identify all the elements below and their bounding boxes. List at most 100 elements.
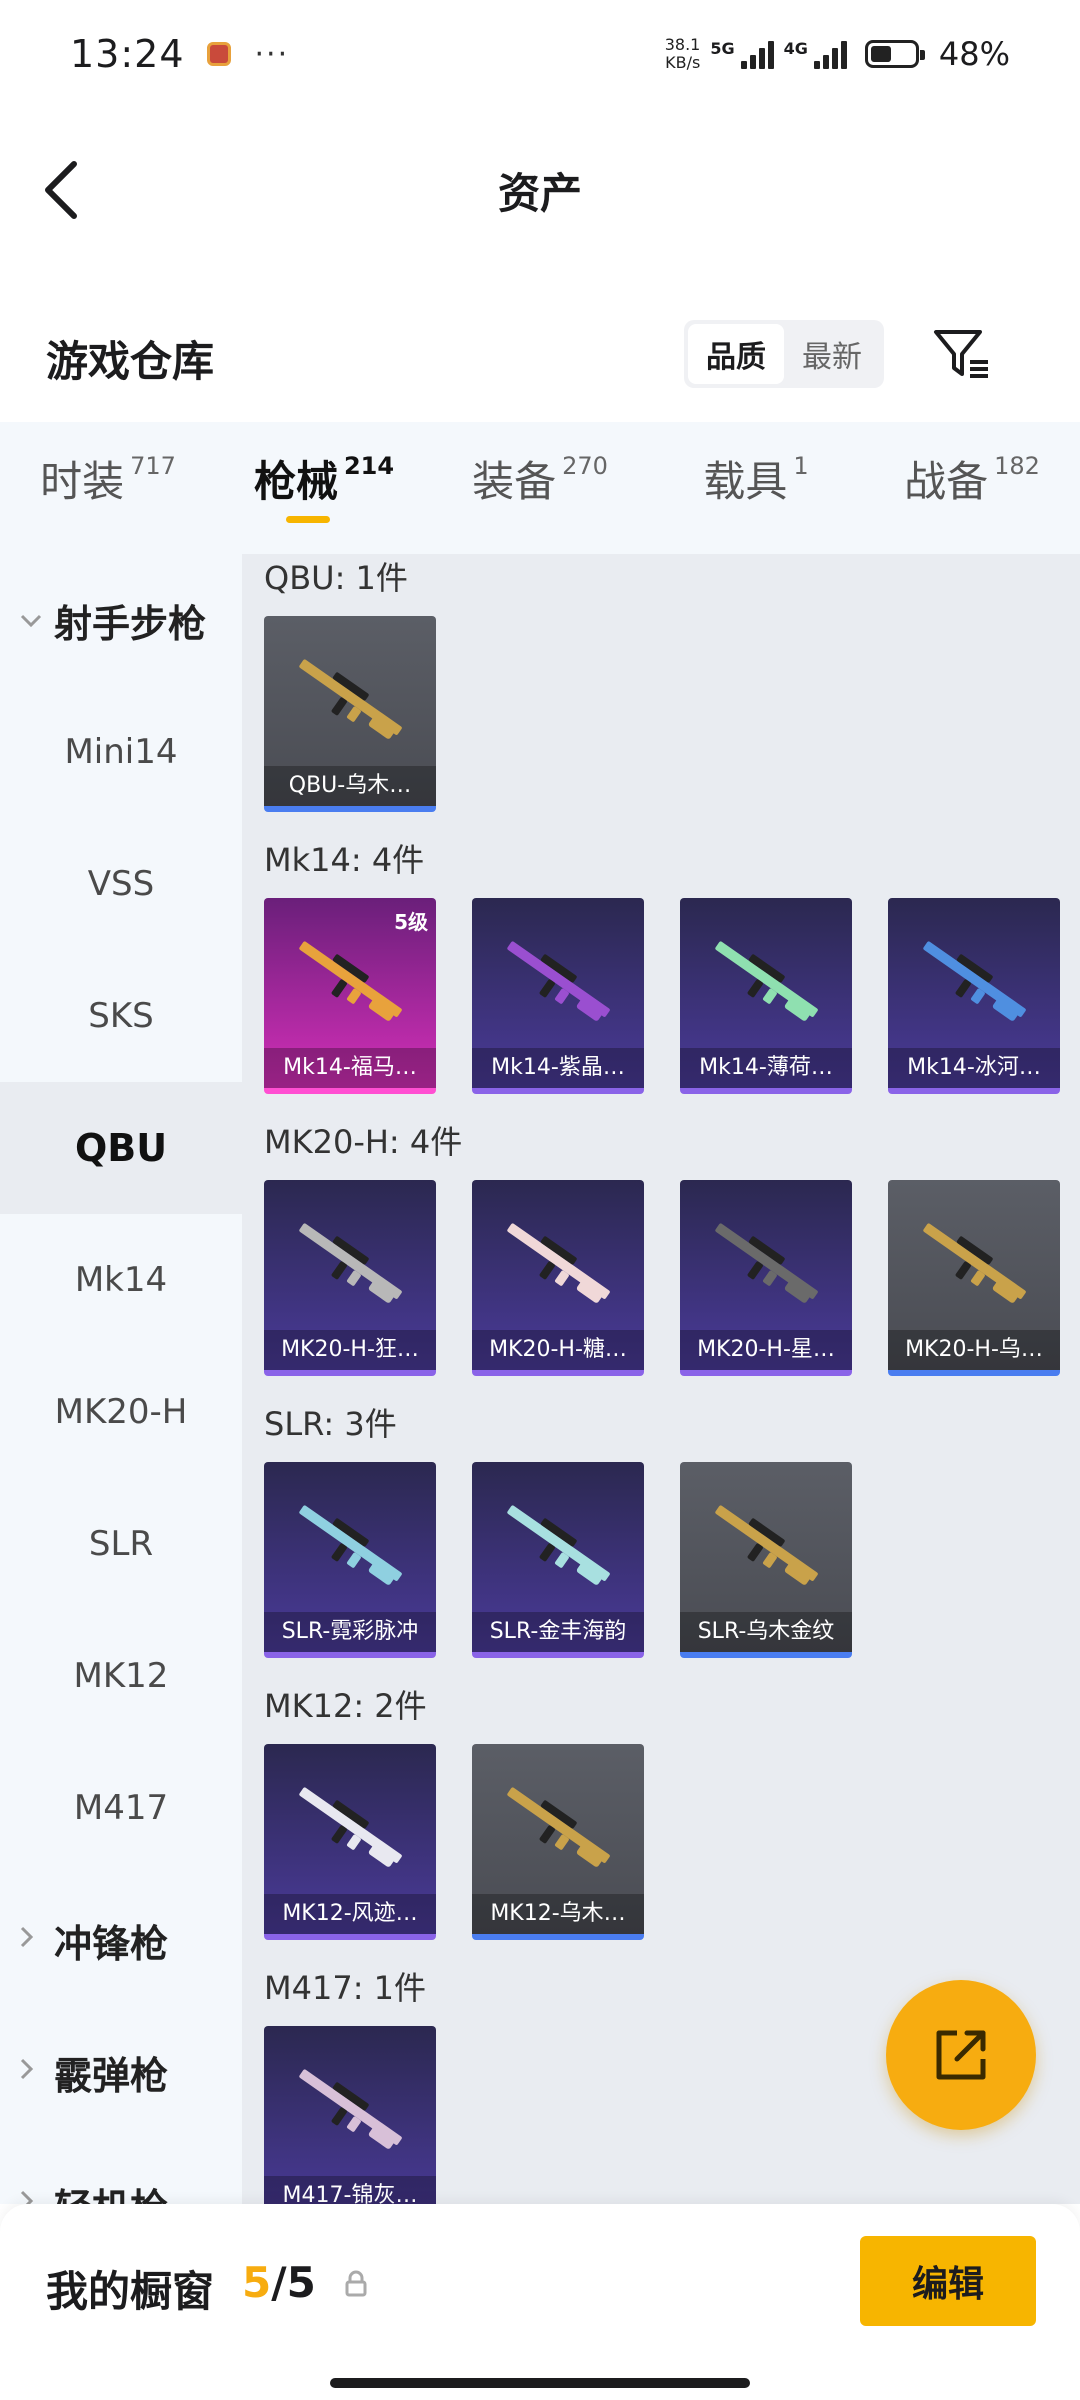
weapon-card-name: MK20-H-乌… [888, 1330, 1060, 1370]
weapon-card[interactable]: MK20-H-糖… [472, 1180, 644, 1376]
rifle-icon [507, 1505, 610, 1585]
weapon-card-name: Mk14-紫晶… [472, 1048, 644, 1088]
sidebar-item-mk14[interactable]: Mk14 [0, 1214, 242, 1346]
tab-count: 182 [994, 451, 1040, 480]
tab-count: 1 [793, 451, 809, 480]
weapon-type-sidebar: 射手步枪 Mini14 VSS SKS QBU Mk14 MK20-H SLR … [0, 554, 242, 2204]
sidebar-item-mini14[interactable]: Mini14 [0, 686, 242, 818]
section-title: MK20-H: 4件 [264, 1123, 463, 1161]
sidebar-item-qbu[interactable]: QBU [0, 1082, 242, 1214]
header: 资产 [0, 108, 1080, 270]
tab-fashion[interactable]: 时装 717 [0, 448, 216, 529]
tab-vehicles[interactable]: 载具 1 [648, 448, 864, 529]
sidebar-group-label: 霰弹枪 [54, 2053, 169, 2098]
showcase-bar: 我的橱窗 5/5 编辑 [0, 2204, 1080, 2400]
rifle-icon [299, 1223, 402, 1303]
weapon-sections: QBU: 1件 QBU-乌木… Mk14: 4件 5级 Mk14-福马… Mk14-紫晶…… [242, 554, 1080, 2204]
status-indicators: 38.1 KB/s 5G 4G 48% [665, 35, 1010, 73]
chevron-right-icon [20, 2190, 42, 2204]
weapon-card[interactable]: Mk14-冰河… [888, 898, 1060, 1094]
weapon-card[interactable]: MK20-H-乌… [888, 1180, 1060, 1376]
tab-count: 717 [130, 451, 176, 480]
rifle-icon [715, 941, 818, 1021]
weapon-card-name: MK20-H-星… [680, 1330, 852, 1370]
weapon-card[interactable]: QBU-乌木… [264, 616, 436, 812]
tab-supplies[interactable]: 战备 182 [864, 448, 1080, 529]
weapon-card-name: QBU-乌木… [264, 766, 436, 806]
weapon-section: MK20-H: 4件 MK20-H-狂… MK20-H-糖… MK20-H-星… MK2… [242, 1118, 1080, 1400]
sort-option-newest[interactable]: 最新 [784, 324, 880, 384]
weapon-grid: MK20-H-狂… MK20-H-糖… MK20-H-星… MK20-H-乌… [264, 1166, 1080, 1400]
signal-5g-label: 5G [710, 39, 735, 58]
sidebar-item-m417[interactable]: M417 [0, 1742, 242, 1874]
weapon-card-name: Mk14-薄荷… [680, 1048, 852, 1088]
battery-percentage: 48% [938, 35, 1010, 73]
weapon-card[interactable]: MK12-风迹… [264, 1744, 436, 1940]
more-notifications-icon: ··· [254, 36, 290, 72]
weapon-grid: MK12-风迹… MK12-乌木… [264, 1730, 1080, 1964]
sidebar-group-smg[interactable]: 冲锋枪 [0, 1874, 242, 2006]
tab-label: 装备 [472, 456, 557, 506]
weapon-card-name: MK20-H-糖… [472, 1330, 644, 1370]
showcase-total: /5 [271, 2258, 316, 2307]
sidebar-item-mk12[interactable]: MK12 [0, 1610, 242, 1742]
sidebar-item-sks[interactable]: SKS [0, 950, 242, 1082]
page-title: 资产 [497, 169, 582, 218]
weapon-card[interactable]: MK12-乌木… [472, 1744, 644, 1940]
weapon-card[interactable]: SLR-金丰海韵 [472, 1462, 644, 1658]
tab-weapons[interactable]: 枪械 214 [216, 448, 432, 529]
rifle-icon [507, 941, 610, 1021]
edit-button[interactable]: 编辑 [860, 2236, 1036, 2326]
section-title: QBU: 1件 [264, 559, 408, 597]
rifle-icon [715, 1223, 818, 1303]
sidebar-item-vss[interactable]: VSS [0, 818, 242, 950]
chevron-right-icon [20, 1926, 42, 1954]
weapon-grid: SLR-霓彩脉冲 SLR-金丰海韵 SLR-乌木金纹 [264, 1448, 1080, 1682]
sidebar-group-shotgun[interactable]: 霰弹枪 [0, 2006, 242, 2138]
showcase-count: 5/5 [242, 2258, 316, 2307]
weapon-card[interactable]: 5级 Mk14-福马… [264, 898, 436, 1094]
tab-label: 载具 [703, 456, 788, 506]
section-title: MK12: 2件 [264, 1687, 427, 1725]
rifle-icon [507, 1787, 610, 1867]
tab-label: 时装 [40, 456, 125, 506]
status-time: 13:24 [70, 32, 185, 76]
sidebar-group-lmg[interactable]: 轻机枪 [0, 2138, 242, 2204]
signal-4g-label: 4G [783, 39, 808, 58]
chevron-right-icon [20, 2058, 42, 2086]
weapon-card[interactable]: SLR-霓彩脉冲 [264, 1462, 436, 1658]
weapon-card[interactable]: SLR-乌木金纹 [680, 1462, 852, 1658]
weapon-card[interactable]: MK20-H-狂… [264, 1180, 436, 1376]
sidebar-item-slr[interactable]: SLR [0, 1478, 242, 1610]
weapon-card-name: Mk14-福马… [264, 1048, 436, 1088]
sidebar-item-mk20h[interactable]: MK20-H [0, 1346, 242, 1478]
network-speed-value: 38.1 [664, 35, 701, 54]
home-indicator[interactable] [330, 2378, 750, 2388]
sort-option-quality[interactable]: 品质 [688, 324, 784, 384]
section-title: Mk14: 4件 [264, 841, 425, 879]
weapon-grid: QBU-乌木… [264, 602, 1080, 836]
rifle-icon [299, 2069, 402, 2149]
network-speed: 38.1 KB/s [665, 36, 701, 72]
signal-4g-icon: 4G [784, 39, 847, 69]
weapon-card-name: MK12-风迹… [264, 1894, 436, 1934]
weapon-section: Mk14: 4件 5级 Mk14-福马… Mk14-紫晶… Mk14-薄荷… Mk14-冰… [242, 836, 1080, 1118]
sidebar-group-marksman-rifles[interactable]: 射手步枪 [0, 554, 242, 686]
lock-icon [345, 2270, 367, 2297]
weapon-card[interactable]: MK20-H-星… [680, 1180, 852, 1376]
showcase-current: 5 [242, 2258, 272, 2307]
share-button[interactable] [886, 1980, 1036, 2130]
sort-toggle: 品质 最新 [684, 320, 884, 388]
status-bar: 13:24 ··· 38.1 KB/s 5G 4G 48% [0, 0, 1080, 108]
weapon-card[interactable]: M417-锦灰… [264, 2026, 436, 2204]
rifle-icon [507, 1223, 610, 1303]
sidebar-group-label: 冲锋枪 [54, 1921, 169, 1966]
weapon-card-name: MK20-H-狂… [264, 1330, 436, 1370]
weapon-card[interactable]: Mk14-紫晶… [472, 898, 644, 1094]
tab-equipment[interactable]: 装备 270 [432, 448, 648, 529]
filter-button[interactable] [930, 322, 994, 386]
network-speed-unit: KB/s [665, 53, 701, 72]
weapon-card[interactable]: Mk14-薄荷… [680, 898, 852, 1094]
sidebar-group-label: 轻机枪 [54, 2177, 168, 2205]
battery-fill [870, 46, 892, 62]
